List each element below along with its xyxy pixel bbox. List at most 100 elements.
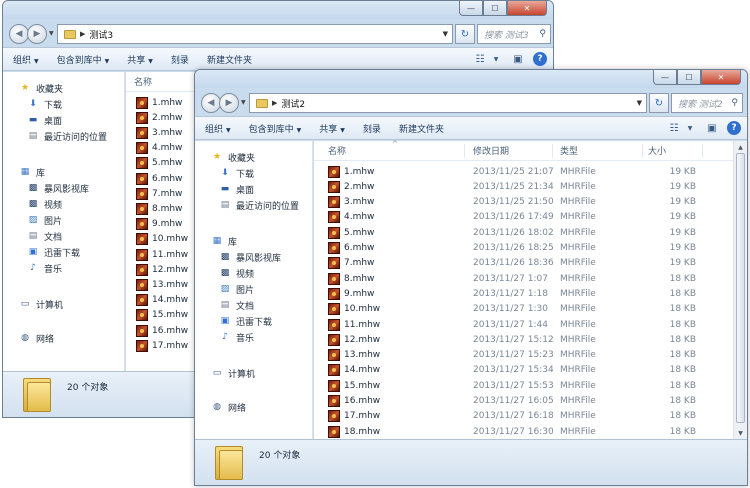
file-row[interactable]: 14.mhw 2013/11/27 15:34 MHRFile 18 KB — [328, 363, 708, 378]
column-divider[interactable] — [702, 144, 703, 158]
maximize-button[interactable]: ☐ — [677, 70, 701, 85]
nav-music[interactable]: ♪ 音乐 — [219, 329, 254, 345]
breadcrumb-current-folder[interactable]: 测试3 — [89, 28, 113, 41]
nav-network[interactable]: ◍ 网络 — [211, 399, 246, 415]
file-row[interactable]: 4.mhw — [136, 141, 196, 156]
preview-pane-icon[interactable]: ▣ — [511, 53, 525, 65]
file-row[interactable]: 10.mhw — [136, 232, 196, 247]
nav-network[interactable]: ◍ 网络 — [19, 330, 54, 346]
close-button[interactable]: ✕ — [507, 1, 547, 16]
file-row[interactable]: 11.mhw 2013/11/27 1:44 MHRFile 18 KB — [328, 317, 708, 332]
nav-computer[interactable]: ▭ 计算机 — [19, 296, 63, 312]
file-row[interactable]: 3.mhw — [136, 125, 196, 140]
nav-recent-places[interactable]: ▤ 最近访问的位置 — [219, 197, 299, 213]
help-icon[interactable]: ? — [533, 52, 547, 66]
share-menu[interactable]: 共享 ▼ — [319, 122, 345, 135]
include-in-library-menu[interactable]: 包含到库中 ▼ — [249, 122, 302, 135]
nav-videos[interactable]: ▩ 视频 — [27, 196, 62, 212]
file-row[interactable]: 5.mhw 2013/11/26 18:02 MHRFile 19 KB — [328, 225, 708, 240]
organize-menu[interactable]: 组织 ▼ — [205, 122, 231, 135]
column-divider[interactable] — [552, 144, 553, 158]
explorer-window-front[interactable]: — ☐ ✕ ◀ ▶ ▼ ▶ 测试2 ▼ ↻ 搜索 测试2 ⚲ 组织 ▼ 包含到库中… — [194, 69, 748, 486]
preview-pane-icon[interactable]: ▣ — [705, 122, 719, 134]
new-folder-button[interactable]: 新建文件夹 — [399, 122, 444, 135]
nav-music[interactable]: ♪ 音乐 — [27, 260, 62, 276]
file-row[interactable]: 8.mhw — [136, 201, 196, 216]
file-row[interactable]: 11.mhw — [136, 247, 196, 262]
nav-pictures[interactable]: ▨ 图片 — [27, 212, 62, 228]
file-row[interactable]: 5.mhw — [136, 156, 196, 171]
nav-xunlei-downloads[interactable]: ▣ 迅雷下载 — [27, 244, 80, 260]
forward-button[interactable]: ▶ — [27, 24, 47, 44]
file-row[interactable]: 7.mhw — [136, 186, 196, 201]
help-icon[interactable]: ? — [727, 121, 741, 135]
burn-button[interactable]: 刻录 — [171, 53, 189, 66]
organize-menu[interactable]: 组织 ▼ — [13, 53, 39, 66]
minimize-button[interactable]: — — [459, 1, 483, 16]
back-button[interactable]: ◀ — [9, 24, 29, 44]
view-dropdown-icon[interactable]: ▼ — [489, 53, 503, 65]
file-row[interactable]: 6.mhw — [136, 171, 196, 186]
file-row[interactable]: 9.mhw 2013/11/27 1:18 MHRFile 18 KB — [328, 286, 708, 301]
file-row[interactable]: 18.mhw 2013/11/27 16:30 MHRFile 18 KB — [328, 424, 708, 439]
nav-storm-library[interactable]: ▩ 暴风影视库 — [27, 180, 89, 196]
nav-desktop[interactable]: ▬ 桌面 — [27, 112, 62, 128]
change-view-icon[interactable]: ☷ — [667, 122, 681, 134]
nav-videos[interactable]: ▩ 视频 — [219, 265, 254, 281]
nav-downloads[interactable]: ⬇ 下载 — [219, 165, 254, 181]
file-row[interactable]: 15.mhw 2013/11/27 15:53 MHRFile 18 KB — [328, 378, 708, 393]
address-dropdown-icon[interactable]: ▼ — [443, 30, 448, 38]
file-row[interactable]: 3.mhw 2013/11/25 21:50 MHRFile 19 KB — [328, 195, 708, 210]
search-icon[interactable]: ⚲ — [731, 98, 738, 108]
view-dropdown-icon[interactable]: ▼ — [683, 122, 697, 134]
column-divider[interactable] — [642, 144, 643, 158]
file-row[interactable]: 17.mhw 2013/11/27 16:18 MHRFile 18 KB — [328, 409, 708, 424]
include-in-library-menu[interactable]: 包含到库中 ▼ — [57, 53, 110, 66]
recent-pages-dropdown-icon[interactable]: ▼ — [49, 30, 54, 37]
file-row[interactable]: 1.mhw — [136, 95, 196, 110]
change-view-icon[interactable]: ☷ — [473, 53, 487, 65]
nav-recent-places[interactable]: ▤ 最近访问的位置 — [27, 128, 107, 144]
maximize-button[interactable]: ☐ — [483, 1, 507, 16]
column-size-header[interactable]: 大小 — [648, 144, 666, 157]
share-menu[interactable]: 共享 ▼ — [127, 53, 153, 66]
nav-desktop[interactable]: ▬ 桌面 — [219, 181, 254, 197]
file-row[interactable]: 6.mhw 2013/11/26 18:25 MHRFile 19 KB — [328, 241, 708, 256]
nav-storm-library[interactable]: ▩ 暴风影视库 — [219, 249, 281, 265]
search-icon[interactable]: ⚲ — [539, 29, 546, 39]
new-folder-button[interactable]: 新建文件夹 — [207, 53, 252, 66]
refresh-button[interactable]: ↻ — [649, 93, 669, 113]
vertical-scrollbar[interactable]: ▲ ▼ — [733, 141, 747, 439]
file-row[interactable]: 14.mhw — [136, 293, 196, 308]
column-divider[interactable] — [464, 144, 465, 158]
burn-button[interactable]: 刻录 — [363, 122, 381, 135]
nav-computer[interactable]: ▭ 计算机 — [211, 365, 255, 381]
file-row[interactable]: 12.mhw 2013/11/27 15:12 MHRFile 18 KB — [328, 332, 708, 347]
column-name-header[interactable]: 名称 — [328, 144, 346, 157]
search-input[interactable]: 搜索 测试3 ⚲ — [477, 24, 551, 44]
file-row[interactable]: 13.mhw — [136, 277, 196, 292]
file-row[interactable]: 9.mhw — [136, 217, 196, 232]
address-dropdown-icon[interactable]: ▼ — [637, 99, 642, 107]
file-row[interactable]: 2.mhw — [136, 110, 196, 125]
scroll-down-icon[interactable]: ▼ — [734, 427, 747, 439]
forward-button[interactable]: ▶ — [219, 93, 239, 113]
minimize-button[interactable]: — — [653, 70, 677, 85]
file-row[interactable]: 8.mhw 2013/11/27 1:07 MHRFile 18 KB — [328, 271, 708, 286]
file-row[interactable]: 7.mhw 2013/11/26 18:36 MHRFile 19 KB — [328, 256, 708, 271]
refresh-button[interactable]: ↻ — [455, 24, 475, 44]
breadcrumb-separator-icon[interactable]: ▶ — [80, 30, 85, 38]
file-row[interactable]: 16.mhw — [136, 323, 196, 338]
nav-documents[interactable]: ▤ 文档 — [27, 228, 62, 244]
title-bar[interactable]: — ☐ ✕ — [195, 70, 747, 88]
recent-pages-dropdown-icon[interactable]: ▼ — [241, 99, 246, 106]
scrollbar-thumb[interactable] — [736, 153, 745, 423]
file-row[interactable]: 15.mhw — [136, 308, 196, 323]
back-button[interactable]: ◀ — [201, 93, 221, 113]
file-row[interactable]: 4.mhw 2013/11/26 17:49 MHRFile 19 KB — [328, 210, 708, 225]
file-row[interactable]: 1.mhw 2013/11/25 21:07 MHRFile 19 KB — [328, 164, 708, 179]
file-row[interactable]: 16.mhw 2013/11/27 16:05 MHRFile 18 KB — [328, 394, 708, 409]
close-button[interactable]: ✕ — [701, 70, 741, 85]
nav-favorites[interactable]: ★ 收藏夹 — [211, 149, 255, 165]
nav-libraries[interactable]: ▦ 库 — [211, 233, 237, 249]
